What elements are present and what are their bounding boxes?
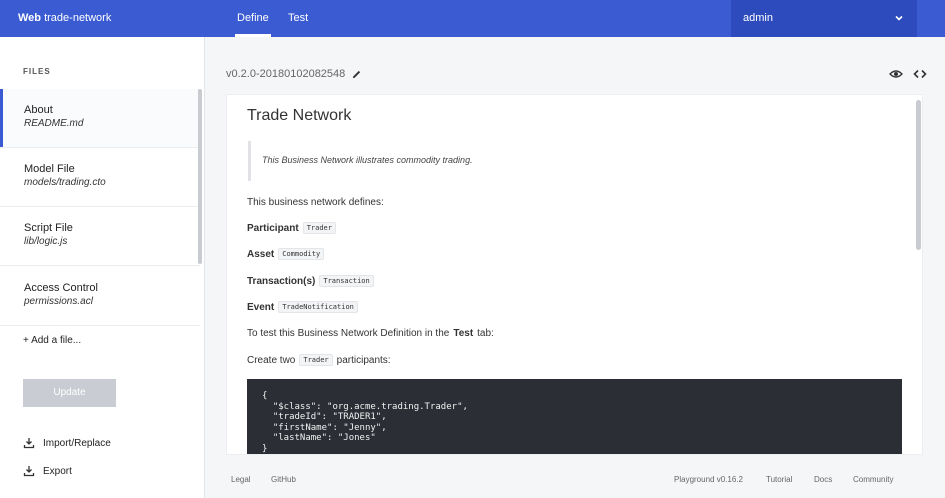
doc-event-line: Event TradeNotification: [247, 301, 358, 313]
version-text: v0.2.0-20180102082548: [226, 68, 346, 80]
brand-name: trade-network: [41, 12, 112, 24]
sidebar: FILES About README.md Model File models/…: [0, 37, 205, 498]
test-bold: Test: [453, 328, 474, 339]
transaction-label: Transaction(s): [247, 275, 316, 287]
file-path: lib/logic.js: [24, 236, 68, 247]
file-name: Access Control: [24, 282, 98, 294]
version-label: v0.2.0-20180102082548: [226, 68, 362, 80]
code-text: { "$class": "org.acme.trading.Trader", "…: [262, 391, 468, 454]
code-block: { "$class": "org.acme.trading.Trader", "…: [247, 379, 902, 454]
doc-test-line: To test this Business Network Definition…: [247, 328, 494, 339]
test-post: tab:: [477, 328, 494, 339]
footer-playground-version: Playground v0.16.2: [674, 475, 743, 484]
file-item-about[interactable]: About README.md: [0, 89, 200, 148]
doc-create-line: Create two Trader participants:: [247, 354, 391, 366]
tab-define[interactable]: Define: [235, 0, 271, 37]
participant-label: Participant: [247, 222, 299, 234]
file-name: Script File: [24, 222, 73, 234]
footer-github-link[interactable]: GitHub: [271, 475, 296, 484]
export-button[interactable]: Export: [23, 465, 72, 477]
asset-code: Commodity: [278, 248, 325, 260]
eye-icon[interactable]: [889, 67, 903, 81]
footer-tutorial-link[interactable]: Tutorial: [766, 475, 792, 484]
doc-quote: This Business Network illustrates commod…: [248, 141, 902, 181]
file-item-acl[interactable]: Access Control permissions.acl: [0, 267, 200, 326]
footer-legal-link[interactable]: Legal: [231, 475, 251, 484]
doc-asset-line: Asset Commodity: [247, 248, 325, 260]
brand-bold: Web: [18, 12, 42, 24]
footer-community-link[interactable]: Community: [853, 475, 893, 484]
file-name: Model File: [24, 163, 75, 175]
file-name: About: [24, 104, 53, 116]
import-label: Import/Replace: [43, 437, 111, 449]
doc-participant-line: Participant Trader: [247, 222, 336, 234]
import-icon: [23, 438, 35, 449]
file-path: README.md: [24, 118, 84, 129]
code-icon[interactable]: [913, 67, 927, 81]
import-replace-button[interactable]: Import/Replace: [23, 437, 111, 449]
app-brand[interactable]: Web trade-network: [0, 0, 201, 37]
doc-title: Trade Network: [247, 107, 352, 124]
event-code: TradeNotification: [278, 301, 358, 313]
file-path: models/trading.cto: [24, 177, 106, 188]
transaction-code: Transaction: [319, 275, 374, 287]
export-label: Export: [43, 465, 72, 477]
readme-preview: Trade Network This Business Network illu…: [226, 94, 923, 455]
export-icon: [23, 466, 35, 477]
top-bar: Web trade-network Define Test admin: [0, 0, 945, 37]
pencil-icon[interactable]: [351, 69, 362, 80]
view-toggle: [889, 67, 927, 81]
create-code: Trader: [299, 354, 333, 366]
preview-scrollbar[interactable]: [916, 100, 921, 250]
files-header: FILES: [23, 67, 51, 76]
doc-intro: This business network defines:: [247, 197, 384, 208]
participant-code: Trader: [302, 222, 336, 234]
file-path: permissions.acl: [24, 296, 93, 307]
file-item-model[interactable]: Model File models/trading.cto: [0, 148, 200, 207]
sidebar-scrollbar[interactable]: [198, 89, 202, 264]
update-button[interactable]: Update: [23, 379, 116, 407]
chevron-down-icon: [895, 15, 903, 21]
asset-label: Asset: [247, 248, 275, 260]
add-file-link[interactable]: + Add a file...: [23, 335, 81, 346]
tab-test[interactable]: Test: [288, 0, 308, 37]
event-label: Event: [247, 301, 275, 313]
user-name: admin: [743, 12, 773, 24]
footer-docs-link[interactable]: Docs: [814, 475, 832, 484]
user-menu[interactable]: admin: [731, 0, 917, 37]
intro-text: This business network defines:: [247, 197, 384, 208]
create-post: participants:: [336, 354, 391, 366]
file-item-script[interactable]: Script File lib/logic.js: [0, 207, 200, 266]
test-pre: To test this Business Network Definition…: [247, 328, 450, 339]
doc-transaction-line: Transaction(s) Transaction: [247, 275, 374, 287]
footer: Legal GitHub Playground v0.16.2 Tutorial…: [205, 460, 945, 498]
create-pre: Create two: [247, 354, 296, 366]
